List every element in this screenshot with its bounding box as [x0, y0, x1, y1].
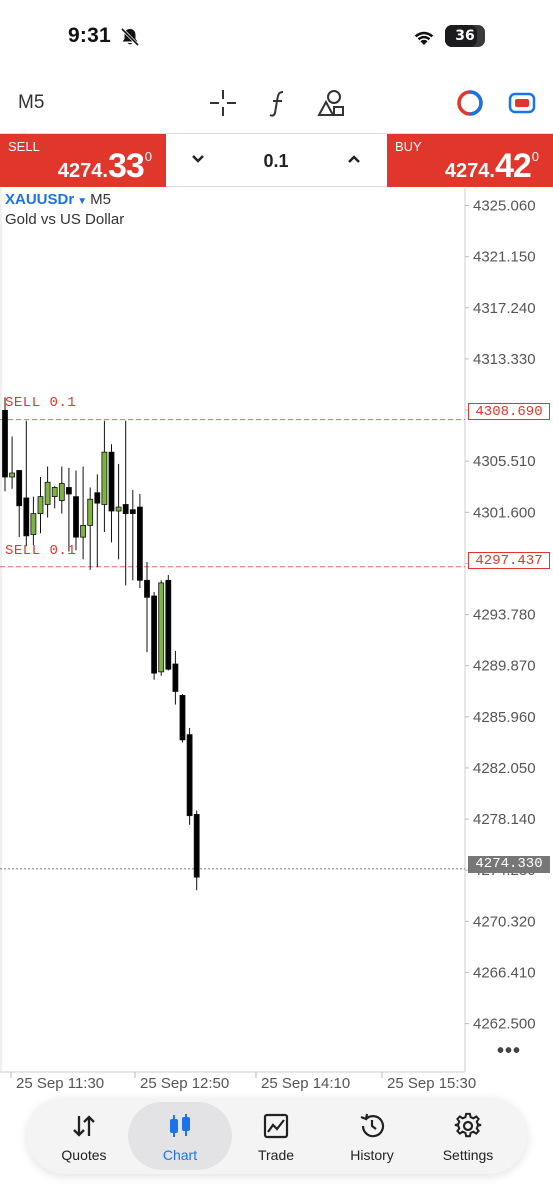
bullish-candle — [115, 506, 122, 512]
wifi-icon — [414, 31, 434, 45]
price-axis-label: 4289.870 — [473, 658, 536, 675]
current-price-tag: 4274.330 — [468, 856, 550, 873]
price-axis-label: 4270.320 — [473, 913, 536, 930]
chart-mode-icon[interactable] — [507, 88, 537, 118]
bearish-candle — [94, 492, 101, 504]
buy-price: 4274.420 — [444, 147, 539, 185]
bullish-candle — [44, 481, 51, 505]
bearish-candle — [179, 694, 186, 741]
status-time: 9:31 — [68, 24, 111, 47]
time-axis-label: 25 Sep 15:30 — [387, 1075, 476, 1092]
order-price-tag: 4308.690 — [468, 403, 550, 420]
bottom-tab-bar: Quotes Chart Trade History Settings — [27, 1098, 527, 1174]
bullish-candle — [9, 472, 16, 478]
symbol-description: Gold vs US Dollar — [5, 211, 125, 228]
price-axis-label: 4262.500 — [473, 1016, 536, 1033]
price-axis-label: 4313.330 — [473, 351, 536, 368]
tab-label: Quotes — [61, 1147, 107, 1163]
trade-icon — [263, 1113, 289, 1139]
time-axis-label: 25 Sep 14:10 — [261, 1075, 350, 1092]
chart-icon — [170, 1114, 190, 1137]
more-options-icon[interactable]: ••• — [497, 1040, 521, 1063]
order-price-tag: 4297.437 — [468, 552, 550, 569]
bearish-candle — [144, 579, 150, 598]
tab-label: Settings — [442, 1147, 494, 1163]
tab-settings[interactable]: Settings — [416, 1102, 520, 1170]
bullish-candle — [158, 582, 165, 673]
sell-button[interactable]: SELL 4274.330 — [0, 134, 166, 187]
price-chart[interactable]: 4325.0604321.1504317.2404313.3304309.420… — [0, 188, 553, 1098]
bell-slash-icon — [120, 28, 140, 46]
bullish-candle — [101, 451, 108, 505]
price-axis-label: 4282.050 — [473, 760, 536, 777]
lot-size-input[interactable]: 0.1 — [236, 151, 316, 172]
tab-trade[interactable]: Trade — [224, 1102, 328, 1170]
settings-icon — [454, 1112, 482, 1138]
order-label: SELL 0.1 — [5, 395, 77, 411]
bearish-candle — [172, 663, 179, 692]
bearish-candle — [129, 509, 136, 515]
price-axis-label: 4285.960 — [473, 709, 536, 726]
chevron-down-icon[interactable] — [190, 151, 206, 167]
timeframe-selector[interactable]: M5 — [18, 92, 44, 114]
history-icon — [360, 1113, 385, 1138]
battery-icon: 36 — [445, 25, 485, 47]
price-axis-label: 4293.780 — [473, 607, 536, 624]
price-axis-label: 4266.410 — [473, 964, 536, 981]
bullish-candle — [51, 487, 58, 498]
bullish-candle — [80, 524, 86, 538]
one-click-trading-icon[interactable] — [455, 88, 485, 118]
indicators-icon[interactable] — [264, 88, 294, 118]
price-axis-label: 4321.150 — [473, 249, 536, 266]
price-axis-label: 4301.600 — [473, 504, 536, 521]
bearish-candle — [186, 734, 193, 817]
bearish-candle — [66, 487, 72, 495]
tab-quotes[interactable]: Quotes — [32, 1102, 136, 1170]
bearish-candle — [16, 470, 23, 507]
bullish-candle — [30, 513, 37, 535]
symbol-timeframe: M5 — [90, 191, 111, 208]
bearish-candle — [165, 579, 172, 670]
tab-label: History — [350, 1147, 394, 1163]
time-axis-label: 25 Sep 12:50 — [140, 1075, 229, 1092]
time-axis-label: 25 Sep 11:30 — [16, 1075, 104, 1092]
price-axis-label: 4325.060 — [473, 198, 536, 215]
bullish-candle — [37, 496, 44, 515]
price-axis-label: 4317.240 — [473, 300, 536, 317]
symbol-header[interactable]: XAUUSDr ▼ M5 — [5, 191, 111, 208]
price-axis-label: 4305.510 — [473, 453, 536, 470]
buy-button[interactable]: BUY 4274.420 — [387, 134, 553, 187]
bearish-candle — [136, 506, 143, 581]
sell-label: SELL — [8, 139, 40, 154]
bullish-candle — [87, 498, 94, 526]
tab-history[interactable]: History — [320, 1102, 424, 1170]
sell-price: 4274.330 — [57, 147, 152, 185]
objects-icon[interactable] — [316, 88, 346, 118]
tab-label: Chart — [162, 1147, 198, 1163]
tab-label: Trade — [257, 1147, 295, 1163]
chevron-up-icon[interactable] — [346, 151, 362, 167]
symbol-name: XAUUSDr — [5, 191, 75, 208]
one-click-trade-panel: SELL 4274.330 0.1 BUY 4274.420 — [0, 133, 553, 187]
bearish-candle — [122, 504, 129, 515]
bearish-candle — [73, 496, 79, 538]
bearish-candle — [108, 451, 115, 512]
battery-level: 36 — [455, 28, 475, 44]
price-axis-label: 4278.140 — [473, 811, 536, 828]
crosshair-icon[interactable] — [208, 88, 238, 118]
bearish-candle — [23, 497, 30, 537]
bearish-candle — [193, 813, 200, 878]
tab-chart[interactable]: Chart — [128, 1102, 232, 1170]
order-label: SELL 0.1 — [5, 543, 77, 559]
caret-down-icon: ▼ — [77, 196, 88, 207]
bearish-candle — [151, 595, 158, 674]
bullish-candle — [58, 483, 65, 501]
bearish-candle — [2, 409, 8, 478]
buy-label: BUY — [395, 139, 422, 154]
quotes-icon — [73, 1115, 95, 1137]
